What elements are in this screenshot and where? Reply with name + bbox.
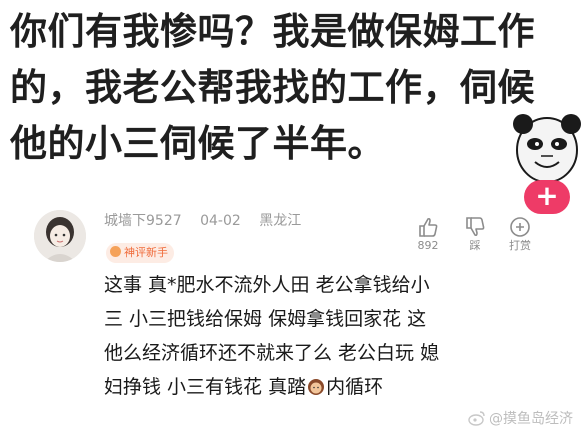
reward-button[interactable]: 打赏 <box>503 216 537 252</box>
headline-line-1: 你们有我惨吗？我是做保姆工作 <box>10 10 535 53</box>
headline-line-2: 的，我老公帮我找的工作，伺候 <box>10 66 535 109</box>
comment-meta: 城墙下9527 04-02 黑龙江 <box>104 210 315 230</box>
comment-line-1: 这事 真*肥水不流外人田 老公拿钱给小 <box>104 274 430 296</box>
thumbs-up-icon <box>419 217 438 237</box>
panda-meme-sticker-icon <box>513 114 581 183</box>
comment-text: 这事 真*肥水不流外人田 老公拿钱给小 三 小三把钱给保姆 保姆拿钱回家花 这 … <box>104 268 544 404</box>
comment-line-4-part-a: 妇挣钱 小三有钱花 真踏 <box>104 376 307 398</box>
headline-line-3: 他的小三伺候了半年。 <box>10 122 385 165</box>
reward-label: 打赏 <box>509 239 531 252</box>
comment-location: 黑龙江 <box>259 213 302 229</box>
gift-icon <box>510 217 530 237</box>
avatar[interactable] <box>34 210 86 262</box>
like-count: 892 <box>417 239 439 252</box>
badge-label: 神评新手 <box>124 246 168 259</box>
post-headline: 你们有我惨吗？我是做保姆工作 的，我老公帮我找的工作，伺候 他的小三伺候了半年。 <box>10 4 570 172</box>
like-button[interactable]: 892 <box>411 216 445 252</box>
screenshot-page: 你们有我惨吗？我是做保姆工作 的，我老公帮我找的工作，伺候 他的小三伺候了半年。… <box>0 0 585 435</box>
status-badge: 神评新手 <box>106 243 174 263</box>
comment-line-2: 三 小三把钱给保姆 保姆拿钱回家花 这 <box>104 308 427 330</box>
comment-line-3: 他么经济循环还不就来了么 老公白玩 媳 <box>104 342 440 364</box>
dislike-label: 踩 <box>469 239 481 252</box>
weibo-icon <box>468 411 485 426</box>
watermark-text: @摸鱼岛经济 <box>489 411 573 427</box>
comment-line-4-part-b: 内循环 <box>326 376 384 398</box>
avatar-girl-icon <box>34 210 86 262</box>
thumbs-down-icon <box>466 217 485 237</box>
comment-line-4: 妇挣钱 小三有钱花 真踏 内循环 <box>104 370 544 404</box>
dislike-button[interactable]: 踩 <box>458 216 492 252</box>
watermark: @摸鱼岛经济 <box>468 408 573 428</box>
add-sticker-button[interactable]: + <box>524 180 570 214</box>
badge-icon <box>110 246 121 257</box>
comment-username[interactable]: 城墙下9527 <box>104 213 182 229</box>
woman-face-emoji-icon <box>308 379 325 395</box>
comment-date: 04-02 <box>200 213 241 229</box>
